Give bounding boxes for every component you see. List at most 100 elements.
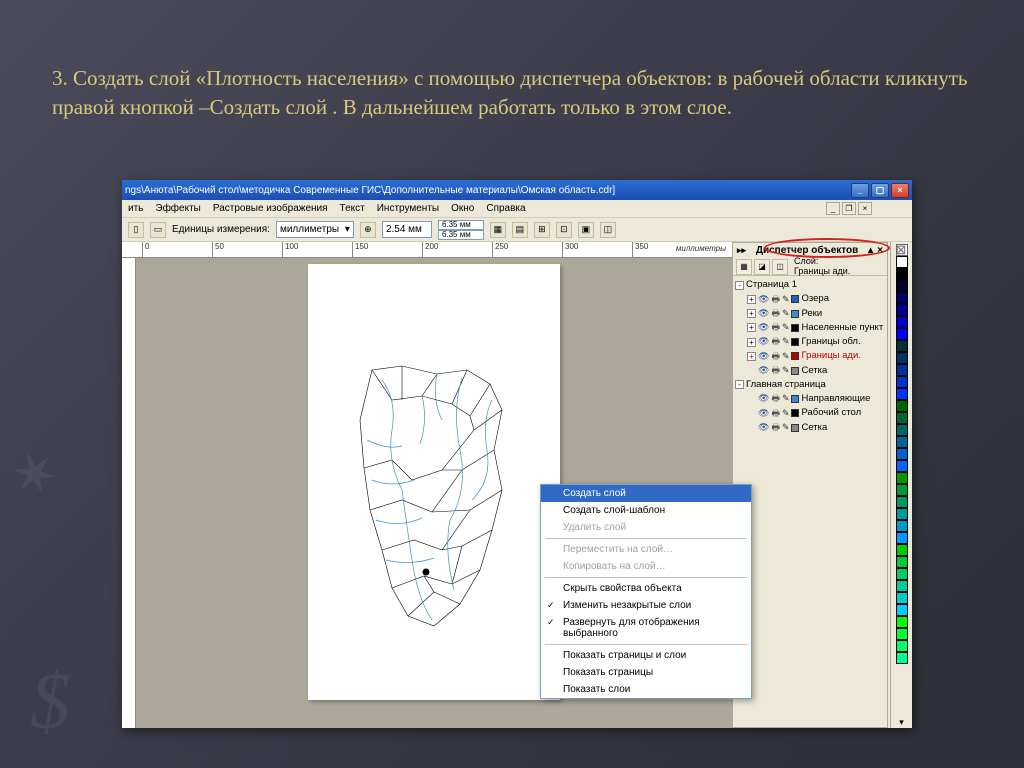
menu-item[interactable]: ить [128,203,143,214]
toolbar-icon[interactable]: ▤ [512,222,528,238]
color-swatch[interactable] [896,352,908,364]
layer-node[interactable]: Озера [801,292,829,306]
color-swatch[interactable] [896,448,908,460]
docker-close-icon[interactable]: × [877,245,883,256]
layer-node[interactable]: Сетка [801,364,827,378]
color-swatch[interactable] [896,460,908,472]
minimize-button[interactable]: _ [851,183,869,198]
ctx-hide-properties[interactable]: Скрыть свойства объекта [541,580,751,597]
page-node[interactable]: Страница 1 [746,278,797,292]
toolbar-icon[interactable]: ▣ [578,222,594,238]
doc-restore-button[interactable]: ❐ [842,202,856,215]
expand-icon[interactable]: + [747,323,756,332]
color-swatch[interactable] [896,364,908,376]
layer-node-active[interactable]: Границы ади. [801,349,860,363]
portrait-icon[interactable]: ▯ [128,222,144,238]
ctx-expand-to-show[interactable]: Развернуть для отображения выбранного [541,614,751,642]
color-swatch[interactable] [896,532,908,544]
color-swatch[interactable] [896,424,908,436]
layer-node[interactable]: Рабочий стол [801,406,861,420]
screenshot-frame: ngs\Анюта\Рабочий стол\методичка Совреме… [122,180,912,728]
color-swatch[interactable] [896,484,908,496]
om-tool-icon[interactable]: ▦ [736,259,752,275]
map-drawing [342,360,522,640]
color-swatch[interactable] [896,292,908,304]
ctx-create-master-layer[interactable]: Создать слой-шаблон [541,502,751,519]
color-swatch[interactable] [896,496,908,508]
color-swatch[interactable] [896,388,908,400]
doc-close-button[interactable]: × [858,202,872,215]
menu-tools[interactable]: Инструменты [377,203,439,214]
expand-icon[interactable]: - [735,380,744,389]
layer-node[interactable]: Направляющие [801,392,870,406]
color-swatch[interactable] [896,268,908,280]
color-swatch[interactable] [896,436,908,448]
print-icon[interactable]: 🖶 [771,293,780,307]
color-swatch[interactable] [896,580,908,592]
color-swatch[interactable] [896,628,908,640]
color-swatch[interactable] [896,376,908,388]
color-swatch[interactable] [896,652,908,664]
toolbar-icon[interactable]: ⊡ [556,222,572,238]
expand-icon[interactable]: + [747,295,756,304]
master-page-node[interactable]: Главная страница [746,378,826,392]
ctx-show-pages-layers[interactable]: Показать страницы и слои [541,647,751,664]
color-swatch[interactable] [896,304,908,316]
color-swatch[interactable] [896,604,908,616]
color-swatch[interactable] [896,616,908,628]
color-swatch[interactable] [896,520,908,532]
color-swatch[interactable] [896,400,908,412]
color-swatch[interactable] [896,568,908,580]
expand-icon[interactable]: + [747,309,756,318]
landscape-icon[interactable]: ▭ [150,222,166,238]
doc-minimize-button[interactable]: _ [826,202,840,215]
layer-node[interactable]: Населенные пункт [801,321,883,335]
om-tool-icon[interactable]: ◫ [772,259,788,275]
color-swatch[interactable] [896,640,908,652]
nudge-input[interactable]: 2.54 мм [382,221,432,238]
ctx-show-layers[interactable]: Показать слои [541,681,751,698]
color-swatch[interactable] [896,508,908,520]
menu-effects[interactable]: Эффекты [155,203,200,214]
dup-x-input[interactable]: 6.35 мм [438,220,484,230]
units-dropdown[interactable]: миллиметры▾ [276,221,354,238]
color-swatch[interactable] [896,340,908,352]
menu-text[interactable]: Текст [340,203,365,214]
toolbar-icon[interactable]: ⊞ [534,222,550,238]
menu-bitmaps[interactable]: Растровые изображения [213,203,328,214]
ctx-show-pages[interactable]: Показать страницы [541,664,751,681]
color-swatch[interactable] [896,592,908,604]
close-button[interactable]: × [891,183,909,198]
expand-icon[interactable]: - [735,281,744,290]
edit-icon[interactable]: ✎ [782,293,790,307]
color-swatch[interactable] [896,556,908,568]
color-swatch[interactable] [896,544,908,556]
horizontal-ruler: 0 50 100 150 200 250 300 350 миллиметры [122,242,732,258]
color-swatch[interactable] [896,472,908,484]
color-swatch[interactable] [896,316,908,328]
color-swatch[interactable] [896,280,908,292]
menu-help[interactable]: Справка [486,203,525,214]
menu-window[interactable]: Окно [451,203,474,214]
color-swatch[interactable] [896,412,908,424]
dup-y-input[interactable]: 6.35 мм [438,230,484,240]
ctx-create-layer[interactable]: Создать слой [541,485,751,502]
om-tool-icon[interactable]: ◪ [754,259,770,275]
layer-node[interactable]: Реки [801,307,822,321]
layer-node[interactable]: Сетка [801,421,827,435]
color-swatch[interactable] [896,328,908,340]
toolbar-icon[interactable]: ▦ [490,222,506,238]
page-canvas[interactable] [308,264,560,700]
visibility-icon[interactable]: 👁 [758,293,769,307]
toolbar-icon[interactable]: ◫ [600,222,616,238]
palette-scroll-down-icon[interactable]: ▾ [899,717,904,728]
no-color-swatch[interactable]: ⊠ [896,244,908,256]
layer-node[interactable]: Границы обл. [801,335,860,349]
ctx-edit-across-layers[interactable]: Изменить незакрытые слои [541,597,751,614]
om-tree[interactable]: - Страница 1 +👁🖶✎ Озера +👁🖶✎ Реки +👁🖶✎ Н… [733,276,887,437]
maximize-button[interactable]: ▢ [871,183,889,198]
docker-menu-icon[interactable]: ▴ [868,245,873,256]
window-title: ngs\Анюта\Рабочий стол\методичка Совреме… [125,185,615,196]
expand-icon[interactable]: + [747,352,756,361]
expand-icon[interactable]: + [747,338,756,347]
